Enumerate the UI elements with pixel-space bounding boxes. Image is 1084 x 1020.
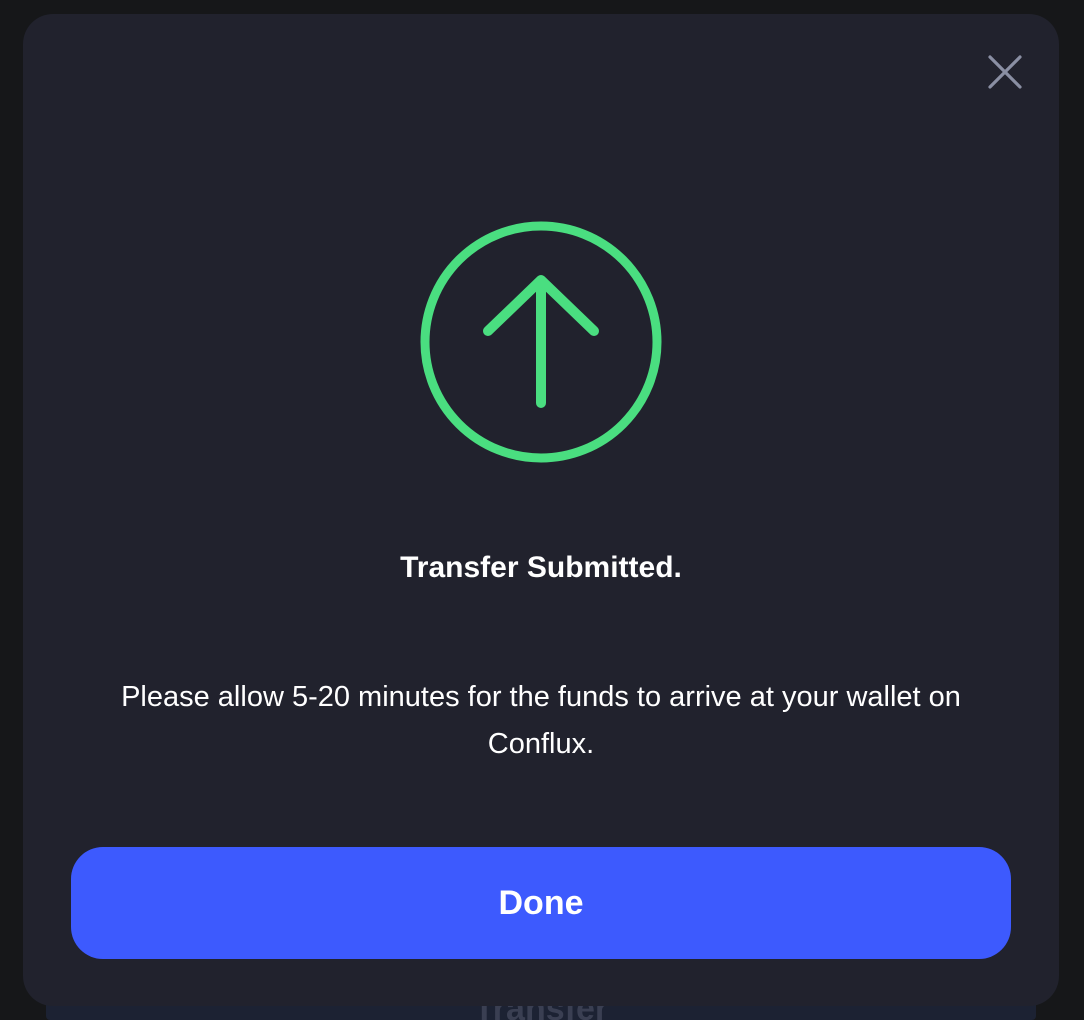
modal-title: Transfer Submitted.	[400, 551, 682, 584]
close-icon	[988, 55, 1022, 89]
close-button[interactable]	[981, 48, 1029, 96]
arrow-up-circle-icon	[419, 220, 663, 464]
modal-message: Please allow 5-20 minutes for the funds …	[121, 681, 961, 760]
transfer-submitted-modal: Transfer Submitted. Please allow 5-20 mi…	[23, 14, 1059, 1006]
done-button[interactable]: Done	[71, 847, 1011, 959]
